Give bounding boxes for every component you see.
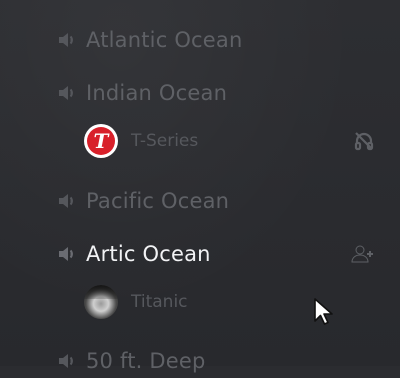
speaker-icon — [59, 354, 73, 368]
speaker-icon — [59, 86, 73, 100]
channel-label: 50 ft. Deep — [86, 349, 206, 373]
channel-label: Artic Ocean — [86, 242, 211, 266]
mouse-cursor-icon — [314, 298, 333, 325]
voice-channel-atlantic-ocean[interactable]: Atlantic Ocean — [57, 23, 387, 57]
voice-member-titanic[interactable]: Titanic — [84, 284, 384, 320]
channel-label: Indian Ocean — [86, 81, 228, 105]
voice-channel-50-ft-deep[interactable]: 50 ft. Deep — [57, 344, 387, 378]
member-name: Titanic — [131, 292, 188, 312]
speaker-icon — [59, 194, 73, 208]
avatar: T — [84, 124, 118, 158]
voice-channel-indian-ocean[interactable]: Indian Ocean — [57, 76, 387, 110]
channel-label: Pacific Ocean — [86, 189, 230, 213]
deafened-icon — [354, 132, 374, 151]
speaker-icon — [59, 247, 73, 261]
avatar — [84, 285, 118, 319]
invite-member-icon[interactable] — [350, 242, 374, 266]
member-name: T-Series — [131, 131, 199, 151]
voice-channel-artic-ocean[interactable]: Artic Ocean — [57, 237, 387, 271]
voice-channel-pacific-ocean[interactable]: Pacific Ocean — [57, 184, 387, 218]
voice-member-t-series[interactable]: T T-Series — [84, 123, 384, 159]
t-series-logo-letter: T — [87, 127, 115, 155]
speaker-icon — [59, 33, 73, 47]
channel-label: Atlantic Ocean — [86, 28, 243, 52]
